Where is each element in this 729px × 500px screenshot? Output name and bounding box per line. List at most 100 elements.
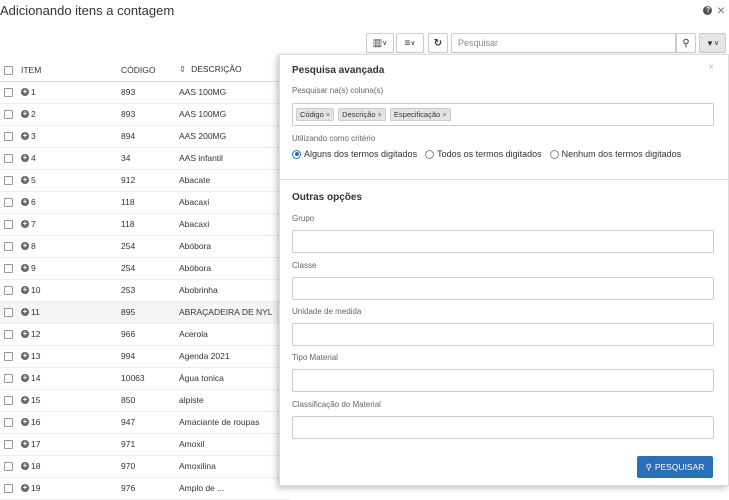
criteria-option-label: Nenhum dos termos digitados xyxy=(561,149,682,159)
row-checkbox[interactable] xyxy=(4,374,13,384)
criteria-option-label: Todos os termos digitados xyxy=(437,149,542,159)
table-row[interactable]: +7 118 Abacaxi xyxy=(0,213,290,236)
search-button[interactable]: ⚲ xyxy=(676,33,696,53)
row-checkbox[interactable] xyxy=(4,286,13,296)
grupo-field[interactable] xyxy=(292,230,714,253)
expand-plus-icon[interactable]: + xyxy=(21,154,29,163)
codigo-cell: 966 xyxy=(120,323,178,346)
column-header-codigo[interactable]: CÓDIGO xyxy=(120,59,178,82)
criteria-option-some[interactable]: Alguns dos termos digitados xyxy=(292,149,417,159)
classificacao-field[interactable] xyxy=(292,416,714,439)
item-cell: +6 xyxy=(20,191,120,214)
expand-plus-icon[interactable]: + xyxy=(21,242,29,251)
row-checkbox[interactable] xyxy=(4,132,13,142)
table-row[interactable]: +5 912 Abacate xyxy=(0,169,290,192)
row-checkbox[interactable] xyxy=(4,198,13,208)
columns-button[interactable]: ▥ ∨ xyxy=(366,33,394,53)
table-row[interactable]: +19 976 Amplo de ... xyxy=(0,477,290,500)
expand-plus-icon[interactable]: + xyxy=(21,110,29,119)
codigo-cell: 994 xyxy=(120,345,178,368)
table-row[interactable]: +9 254 Abóbora xyxy=(0,257,290,280)
table-row[interactable]: +10 253 Abobrinha xyxy=(0,279,290,302)
row-checkbox[interactable] xyxy=(4,242,13,252)
table-row[interactable]: +13 994 Agenda 2021 xyxy=(0,345,290,368)
table-row[interactable]: +4 34 AAS infantil xyxy=(0,147,290,170)
criteria-option-none[interactable]: Nenhum dos termos digitados xyxy=(549,149,682,159)
item-cell: +3 xyxy=(20,125,120,148)
table-row[interactable]: +3 894 AAS 200MG xyxy=(0,125,290,148)
row-select-cell xyxy=(0,455,20,478)
filter-icon: ▼ xyxy=(705,38,714,48)
item-cell: +18 xyxy=(20,455,120,478)
row-checkbox[interactable] xyxy=(4,220,13,230)
expand-plus-icon[interactable]: + xyxy=(21,374,29,383)
filter-button[interactable]: ▼ ∨ xyxy=(699,33,726,53)
row-checkbox[interactable] xyxy=(4,484,13,494)
expand-plus-icon[interactable]: + xyxy=(21,440,29,449)
tipo-material-field[interactable] xyxy=(292,369,714,392)
expand-plus-icon[interactable]: + xyxy=(21,264,29,273)
table-row[interactable]: +17 971 Amoxil xyxy=(0,433,290,456)
expand-plus-icon[interactable]: + xyxy=(21,418,29,427)
codigo-cell: 970 xyxy=(120,455,178,478)
search-input[interactable] xyxy=(451,33,676,53)
row-checkbox[interactable] xyxy=(4,352,13,362)
expand-plus-icon[interactable]: + xyxy=(21,220,29,229)
pesquisar-button[interactable]: ⚲ PESQUISAR xyxy=(637,456,713,478)
row-checkbox[interactable] xyxy=(4,440,13,450)
column-header-descricao[interactable]: ⇕ DESCRIÇÃO xyxy=(178,59,290,82)
row-checkbox[interactable] xyxy=(4,154,13,164)
table-row[interactable]: +11 895 ABRAÇADEIRA DE NYL xyxy=(0,301,290,324)
row-checkbox[interactable] xyxy=(4,264,13,274)
close-icon[interactable]: × xyxy=(717,2,725,18)
row-checkbox[interactable] xyxy=(4,396,13,406)
expand-plus-icon[interactable]: + xyxy=(21,352,29,361)
table-row[interactable]: +12 966 Acerola xyxy=(0,323,290,346)
item-number: 10 xyxy=(31,285,41,296)
tag-remove-icon[interactable]: × xyxy=(378,110,382,119)
item-number: 1 xyxy=(31,87,36,98)
table-row[interactable]: +14 10063 Água tonica xyxy=(0,367,290,390)
expand-plus-icon[interactable]: + xyxy=(21,286,29,295)
column-header-item[interactable]: ITEM xyxy=(20,59,120,82)
table-row[interactable]: +6 118 Abacaxi xyxy=(0,191,290,214)
refresh-button[interactable]: ↻ xyxy=(428,33,448,53)
item-cell: +15 xyxy=(20,389,120,412)
tag-label: Descrição xyxy=(342,110,376,119)
columns-tag-input[interactable]: Código × Descrição × Especificação × xyxy=(292,103,714,126)
list-button[interactable]: ≡ ∨ xyxy=(396,33,424,53)
panel-close-icon[interactable]: × xyxy=(708,62,714,73)
table-row[interactable]: +2 893 AAS 100MG xyxy=(0,103,290,126)
select-all-checkbox[interactable] xyxy=(4,65,13,75)
row-checkbox[interactable] xyxy=(4,176,13,186)
help-icon[interactable]: ? xyxy=(703,5,713,15)
row-checkbox[interactable] xyxy=(4,462,13,472)
item-number: 16 xyxy=(31,417,41,428)
item-cell: +10 xyxy=(20,279,120,302)
row-checkbox[interactable] xyxy=(4,418,13,428)
table-row[interactable]: +15 850 alpiste xyxy=(0,389,290,412)
classe-field[interactable] xyxy=(292,277,714,300)
row-checkbox[interactable] xyxy=(4,330,13,340)
table-row[interactable]: +1 893 AAS 100MG xyxy=(0,81,290,104)
expand-plus-icon[interactable]: + xyxy=(21,88,29,97)
row-checkbox[interactable] xyxy=(4,308,13,318)
expand-plus-icon[interactable]: + xyxy=(21,308,29,317)
table-row[interactable]: +18 970 Amoxilina xyxy=(0,455,290,478)
criteria-radio-group: Alguns dos termos digitados Todos os ter… xyxy=(292,149,681,159)
expand-plus-icon[interactable]: + xyxy=(21,132,29,141)
unidade-field[interactable] xyxy=(292,323,714,346)
row-checkbox[interactable] xyxy=(4,88,13,98)
criteria-option-all[interactable]: Todos os termos digitados xyxy=(425,149,542,159)
expand-plus-icon[interactable]: + xyxy=(21,396,29,405)
expand-plus-icon[interactable]: + xyxy=(21,330,29,339)
table-row[interactable]: +16 947 Amaciante de roupas xyxy=(0,411,290,434)
tag-remove-icon[interactable]: × xyxy=(442,110,446,119)
expand-plus-icon[interactable]: + xyxy=(21,462,29,471)
expand-plus-icon[interactable]: + xyxy=(21,176,29,185)
table-row[interactable]: +8 254 Abóbora xyxy=(0,235,290,258)
row-select-cell xyxy=(0,345,20,368)
row-checkbox[interactable] xyxy=(4,110,13,120)
tag-remove-icon[interactable]: × xyxy=(326,110,330,119)
expand-plus-icon[interactable]: + xyxy=(21,198,29,207)
